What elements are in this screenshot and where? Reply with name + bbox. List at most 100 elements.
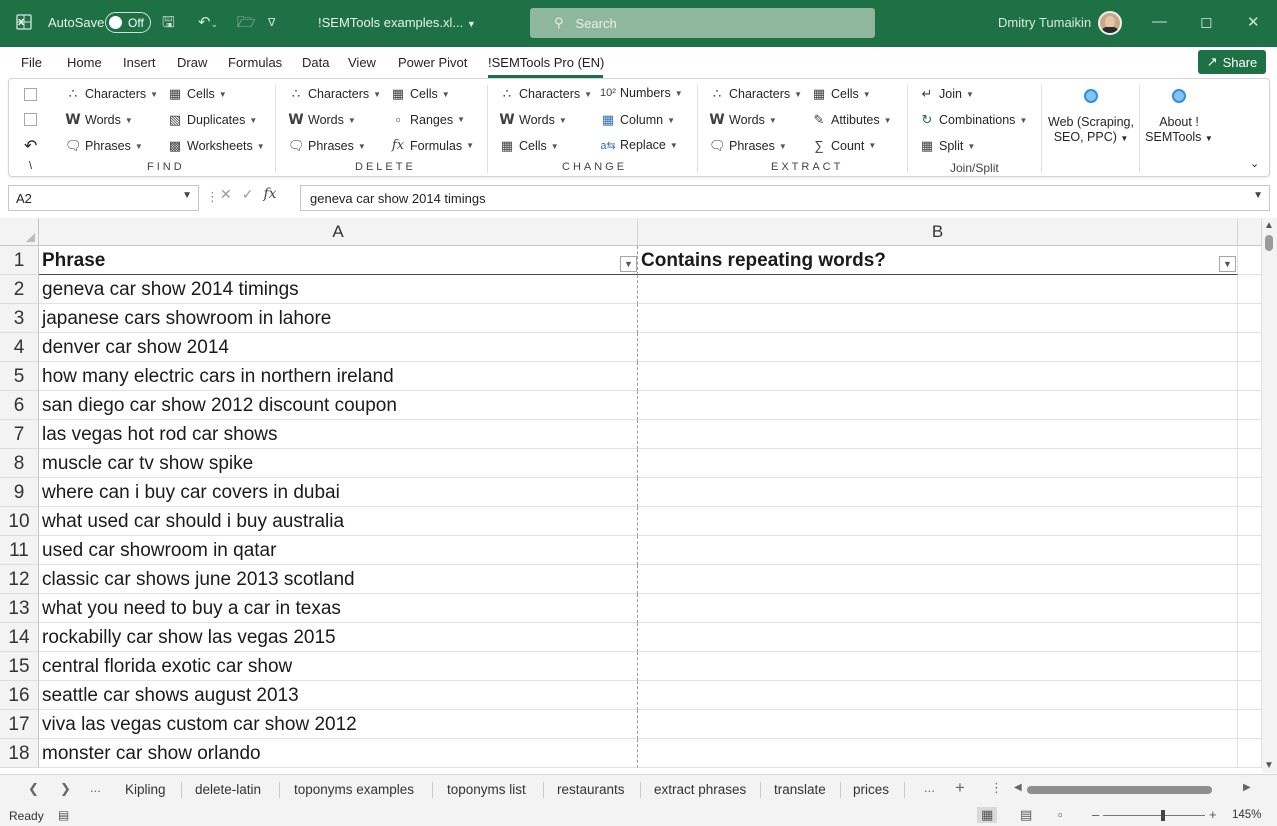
cell-phrase[interactable]: what you need to buy a car in texas xyxy=(39,594,638,623)
row-number[interactable]: 5 xyxy=(0,362,39,391)
row-number[interactable]: 11 xyxy=(0,536,39,565)
empty-cell[interactable] xyxy=(1238,623,1262,652)
change-numbers[interactable]: 10² Numbers ▼ xyxy=(600,86,683,100)
collapse-ribbon-icon[interactable]: ⌄ xyxy=(1250,157,1259,170)
row-number[interactable]: 1 xyxy=(0,246,39,275)
tab-data[interactable]: Data xyxy=(302,55,329,70)
sheet-tab[interactable]: restaurants xyxy=(557,782,625,797)
cell-repeating-words[interactable] xyxy=(638,739,1238,768)
empty-cell[interactable] xyxy=(1238,710,1262,739)
vertical-scrollbar[interactable]: ▲ ▼ xyxy=(1262,218,1277,773)
zoom-out-icon[interactable]: – xyxy=(1092,807,1099,822)
row-number[interactable]: 2 xyxy=(0,275,39,304)
tab-semtools[interactable]: !SEMTools Pro (EN) xyxy=(488,55,604,70)
find-duplicates[interactable]: ▧ Duplicates ▼ xyxy=(167,112,257,128)
row-number[interactable]: 10 xyxy=(0,507,39,536)
cell-repeating-words[interactable] xyxy=(638,652,1238,681)
cell-repeating-words[interactable] xyxy=(638,536,1238,565)
tab-home[interactable]: Home xyxy=(67,55,102,70)
checkbox-1[interactable] xyxy=(24,88,37,101)
empty-cell[interactable] xyxy=(1238,594,1262,623)
empty-cell[interactable] xyxy=(1238,275,1262,304)
cell-repeating-words[interactable] xyxy=(638,681,1238,710)
maximize-icon[interactable]: ◻ xyxy=(1200,13,1212,31)
extract-words[interactable]: W Words ▼ xyxy=(709,112,777,128)
header-cell-phrase[interactable]: Phrase xyxy=(39,246,638,275)
cell-phrase[interactable]: denver car show 2014 xyxy=(39,333,638,362)
row-number[interactable]: 12 xyxy=(0,565,39,594)
empty-cell[interactable] xyxy=(1238,391,1262,420)
more-sheets-left[interactable]: ... xyxy=(90,780,101,795)
split-button[interactable]: ▦ Split ▼ xyxy=(919,138,975,154)
cell-repeating-words[interactable] xyxy=(638,304,1238,333)
row-number[interactable]: 6 xyxy=(0,391,39,420)
file-name[interactable]: !SEMTools examples.xl... ▼ xyxy=(318,15,476,30)
page-layout-icon[interactable]: ▤ xyxy=(1020,807,1032,823)
cell-phrase[interactable]: where can i buy car covers in dubai xyxy=(39,478,638,507)
avatar[interactable] xyxy=(1098,11,1122,35)
delete-phrases[interactable]: 🗨 Phrases ▼ xyxy=(288,138,366,154)
cell-phrase[interactable]: viva las vegas custom car show 2012 xyxy=(39,710,638,739)
empty-cell[interactable] xyxy=(1238,420,1262,449)
row-number[interactable]: 18 xyxy=(0,739,39,768)
empty-cell[interactable] xyxy=(1238,507,1262,536)
empty-cell[interactable] xyxy=(1238,681,1262,710)
cell-repeating-words[interactable] xyxy=(638,478,1238,507)
cell-phrase[interactable]: las vegas hot rod car shows xyxy=(39,420,638,449)
zoom-in-icon[interactable]: + xyxy=(1209,807,1217,822)
vertical-scroll-thumb[interactable] xyxy=(1265,235,1273,251)
cell-phrase[interactable]: used car showroom in qatar xyxy=(39,536,638,565)
sheet-tab[interactable]: translate xyxy=(774,782,826,797)
cell-repeating-words[interactable] xyxy=(638,449,1238,478)
tab-insert[interactable]: Insert xyxy=(123,55,156,70)
cell-repeating-words[interactable] xyxy=(638,420,1238,449)
sheet-tab[interactable]: extract phrases xyxy=(654,782,746,797)
delete-words[interactable]: W Words ▼ xyxy=(288,112,356,128)
row-number[interactable]: 14 xyxy=(0,623,39,652)
empty-cell[interactable] xyxy=(1238,739,1262,768)
select-all-corner[interactable] xyxy=(0,218,39,246)
tab-view[interactable]: View xyxy=(348,55,376,70)
delete-formulas[interactable]: fx Formulas ▼ xyxy=(390,138,474,153)
expand-formula-icon[interactable]: ▼ xyxy=(1253,190,1263,201)
scroll-up-icon[interactable]: ▲ xyxy=(1264,220,1274,231)
drag-handle-icon[interactable]: ⋮ xyxy=(206,189,219,205)
cell-repeating-words[interactable] xyxy=(638,710,1238,739)
find-worksheets[interactable]: ▩ Worksheets ▼ xyxy=(167,138,265,154)
change-cells[interactable]: ▦ Cells ▼ xyxy=(499,138,559,154)
row-number[interactable]: 13 xyxy=(0,594,39,623)
enter-icon[interactable]: ✓ xyxy=(242,186,254,203)
search-box[interactable]: ⚲ Search xyxy=(530,8,875,38)
cell-phrase[interactable]: muscle car tv show spike xyxy=(39,449,638,478)
user-name[interactable]: Dmitry Tumaikin xyxy=(998,15,1091,30)
cell-phrase[interactable]: how many electric cars in northern irela… xyxy=(39,362,638,391)
empty-cell[interactable] xyxy=(1238,362,1262,391)
cell-repeating-words[interactable] xyxy=(638,565,1238,594)
sheet-tab[interactable]: prices xyxy=(853,782,889,797)
row-number[interactable]: 16 xyxy=(0,681,39,710)
change-words[interactable]: W Words ▼ xyxy=(499,112,567,128)
extract-attributes[interactable]: ✎ Attibutes ▼ xyxy=(811,112,892,128)
sheet-tab[interactable]: toponyms list xyxy=(447,782,526,797)
delete-cells[interactable]: ▦ Cells ▼ xyxy=(390,86,450,102)
scroll-down-icon[interactable]: ▼ xyxy=(1264,760,1274,771)
header-cell-repeating-words[interactable]: Contains repeating words? xyxy=(638,246,1238,275)
cell-repeating-words[interactable] xyxy=(638,333,1238,362)
cell-phrase[interactable]: geneva car show 2014 timings xyxy=(39,275,638,304)
extract-cells[interactable]: ▦ Cells ▼ xyxy=(811,86,871,102)
macro-recording-icon[interactable]: ▤ xyxy=(58,808,69,822)
column-header-b[interactable]: B xyxy=(638,218,1238,246)
cell-phrase[interactable]: japanese cars showroom in lahore xyxy=(39,304,638,333)
find-cells[interactable]: ▦ Cells ▼ xyxy=(167,86,227,102)
find-characters[interactable]: ∴ Characters ▼ xyxy=(65,86,158,102)
insert-function-icon[interactable]: fx xyxy=(263,186,276,203)
cell-repeating-words[interactable] xyxy=(638,507,1238,536)
sheet-tab[interactable]: delete-latin xyxy=(195,782,261,797)
undo-icon[interactable]: ↶⌄ xyxy=(198,14,218,33)
row-number[interactable]: 7 xyxy=(0,420,39,449)
empty-cell[interactable] xyxy=(1238,652,1262,681)
share-button[interactable]: ↗ Share xyxy=(1198,50,1266,74)
extract-characters[interactable]: ∴ Characters ▼ xyxy=(709,86,802,102)
page-break-preview-icon[interactable]: ▫ xyxy=(1058,807,1063,822)
backslash-icon[interactable]: \ xyxy=(29,160,32,172)
